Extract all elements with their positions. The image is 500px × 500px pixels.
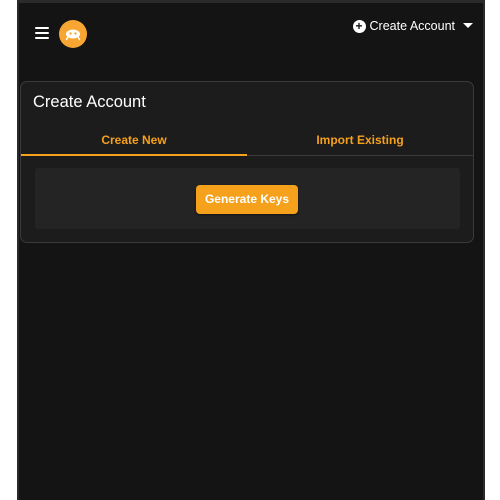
plus-circle-icon: + [352, 19, 366, 33]
menu-icon[interactable] [35, 27, 51, 41]
caret-down-icon[interactable] [463, 23, 473, 28]
generate-keys-button[interactable]: Generate Keys [196, 185, 298, 214]
create-new-panel: Generate Keys [35, 168, 460, 229]
create-account-menu-button[interactable]: + Create Account [352, 16, 455, 36]
tab-create-new[interactable]: Create New [21, 125, 247, 156]
tab-import-existing[interactable]: Import Existing [247, 125, 473, 155]
create-account-menu-label: Create Account [369, 19, 455, 33]
account-tabs: Create New Import Existing [21, 125, 473, 156]
app-window: + Create Account Create Account Create N… [17, 0, 485, 500]
top-bar: + Create Account [19, 0, 483, 70]
create-account-card: Create Account Create New Import Existin… [20, 81, 474, 243]
card-title: Create Account [33, 93, 146, 111]
logo-icon[interactable] [59, 20, 87, 48]
